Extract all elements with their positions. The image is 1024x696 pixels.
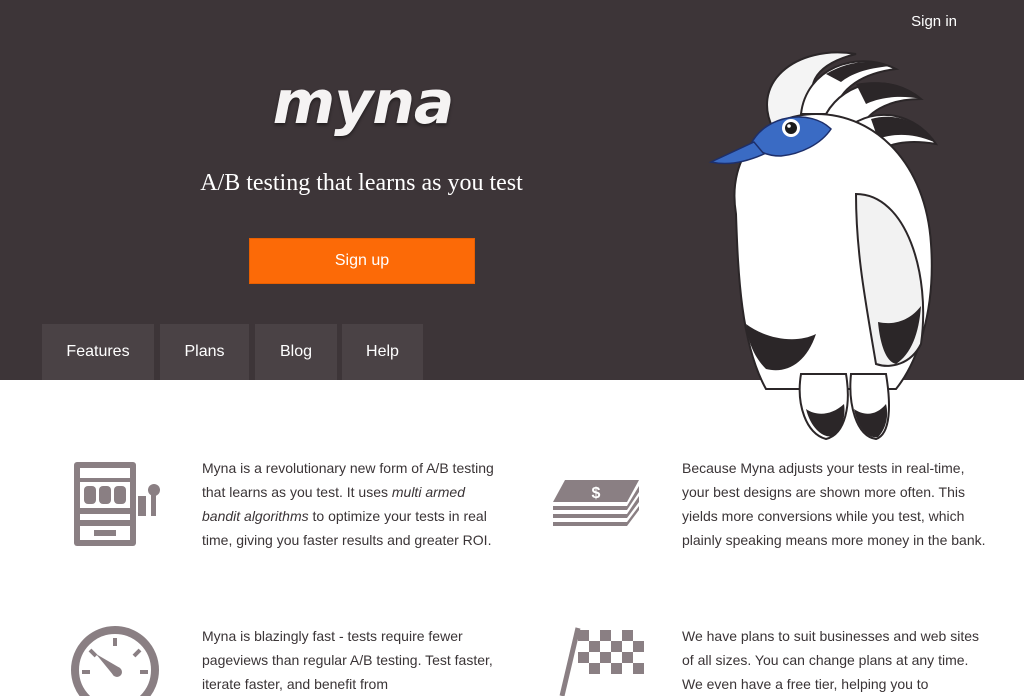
tab-plans[interactable]: Plans [160,324,249,380]
sign-up-button[interactable]: Sign up [249,238,475,284]
tab-features[interactable]: Features [42,324,154,380]
tab-help[interactable]: Help [342,324,423,380]
feature-more-money-text: Because Myna adjusts your tests in real-… [682,460,986,548]
money-stack-icon: $ [553,480,639,526]
logo-text: myna [272,68,455,138]
myna-bird-illustration [708,51,939,441]
tab-blog[interactable]: Blog [255,324,337,380]
feature-adaptive-text: Myna is a revolutionary new form of A/B … [202,456,507,552]
tab-blog-label: Blog [279,343,313,360]
tab-features-label: Features [66,343,130,360]
feature-fast-text: Myna is blazingly fast - tests require f… [202,628,493,692]
sign-in-link[interactable]: Sign in [911,13,957,30]
svg-text:$: $ [592,485,601,502]
checkered-flag-icon [559,627,644,696]
myna-logo[interactable]: myna [258,68,468,144]
speedometer-icon [71,626,159,696]
tab-help-label: Help [366,343,399,360]
feature-plans-text: We have plans to suit businesses and web… [682,628,980,692]
tab-plans-label: Plans [184,343,225,360]
slot-machine-icon [74,462,160,546]
tagline: A/B testing that learns as you test [200,170,523,196]
